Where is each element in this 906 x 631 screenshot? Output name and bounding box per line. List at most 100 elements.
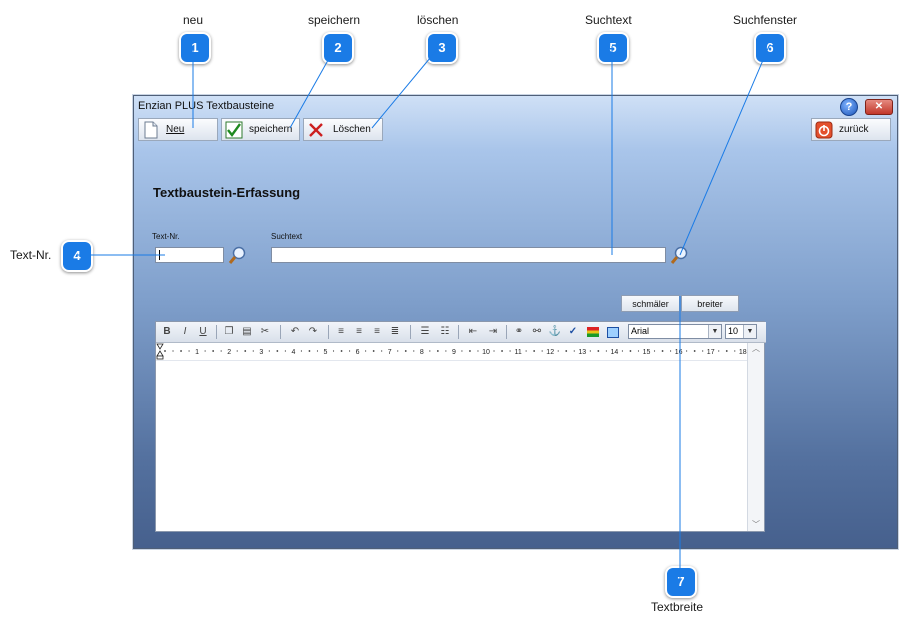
search-window-icon[interactable] (670, 245, 690, 265)
title-bar[interactable]: Enzian PLUS Textbausteine ? ✕ (134, 96, 897, 116)
ruler-tick (509, 350, 511, 352)
ruler-tick (725, 350, 728, 352)
callout-label-2: speichern (308, 13, 361, 27)
outdent-icon[interactable]: ⇤ (466, 325, 480, 339)
callout-badge-7: 7 (665, 566, 697, 598)
text-nr-input[interactable] (155, 247, 224, 263)
ruler-tick (493, 350, 495, 352)
bold-icon[interactable]: B (160, 325, 174, 339)
ruler-number: 17 (707, 349, 715, 356)
text-nr-search-icon[interactable] (228, 245, 248, 265)
ruler-number: 14 (611, 349, 619, 356)
text-cursor (159, 250, 160, 260)
cut-icon[interactable]: ✂ (258, 325, 272, 339)
ruler-tick (533, 350, 536, 352)
callout-label-5: Suchtext (585, 13, 632, 27)
back-button[interactable]: zurück (811, 118, 891, 141)
wider-button[interactable]: breiter (681, 295, 739, 312)
unlink-icon[interactable]: ⚯ (530, 325, 544, 339)
callout-badge-1: 1 (179, 32, 211, 64)
save-button[interactable]: speichern (221, 118, 300, 141)
callout-badge-2: 2 (322, 32, 354, 64)
ruler-number: 9 (452, 349, 456, 356)
scroll-up-icon[interactable]: ︿ (748, 343, 764, 355)
delete-button-label: Löschen (333, 124, 371, 135)
spellcheck-icon[interactable]: ✓ (566, 325, 580, 339)
page-title: Textbaustein-Erfassung (153, 185, 301, 200)
indent-icon[interactable]: ⇥ (486, 325, 500, 339)
window-title: Enzian PLUS Textbausteine (138, 100, 275, 112)
anchor-icon[interactable]: ⚓ (548, 325, 562, 339)
ruler-tick (525, 350, 527, 352)
callout-badge-4: 4 (61, 240, 93, 272)
indent-marker-bottom[interactable] (156, 350, 164, 357)
delete-x-icon (309, 123, 323, 137)
copy-icon[interactable]: ❐ (222, 325, 236, 339)
ruler-tick (381, 350, 383, 352)
app-window: Enzian PLUS Textbausteine ? ✕ Neu speich… (133, 95, 898, 549)
ruler-tick (172, 350, 174, 352)
help-button[interactable]: ? (840, 98, 858, 116)
chevron-down-icon[interactable]: ▼ (743, 325, 756, 338)
align-center-icon[interactable]: ≡ (352, 325, 366, 339)
ruler-tick (445, 350, 447, 352)
vertical-scrollbar[interactable]: ︿ ﹀ (747, 343, 764, 531)
undo-icon[interactable]: ↶ (288, 325, 302, 339)
align-right-icon[interactable]: ≡ (370, 325, 384, 339)
indent-marker-top[interactable] (156, 343, 164, 350)
toolbar-separator (328, 325, 329, 339)
ruler-number: 6 (356, 349, 360, 356)
background-color-icon[interactable] (606, 325, 620, 339)
justify-icon[interactable]: ≣ (388, 325, 402, 339)
ruler-tick (661, 350, 664, 352)
ruler-tick (669, 350, 672, 352)
paste-icon[interactable]: ▤ (240, 325, 254, 339)
align-left-icon[interactable]: ≡ (334, 325, 348, 339)
font-family-select[interactable]: Arial ▼ (628, 324, 722, 339)
delete-button[interactable]: Löschen (303, 118, 383, 141)
font-family-value: Arial (631, 326, 650, 336)
ruler-tick (220, 350, 222, 352)
italic-icon[interactable]: I (178, 325, 192, 339)
text-nr-label: Text-Nr. (152, 232, 180, 241)
callout-label-6: Suchfenster (733, 13, 798, 27)
suchtext-input[interactable] (271, 247, 666, 263)
toolbar-separator (458, 325, 459, 339)
editor-text-area[interactable] (156, 361, 747, 531)
toolbar-separator (410, 325, 411, 339)
scroll-down-icon[interactable]: ﹀ (748, 519, 764, 531)
indent-marker-box[interactable] (156, 355, 164, 360)
ruler-tick (164, 350, 166, 352)
ruler: 1 2 3 4 5 6 7 8 9 10 11 12 13 14 15 16 17 18 (156, 343, 747, 361)
new-document-icon (144, 121, 158, 139)
ruler-tick (348, 350, 351, 352)
ruler-number: 8 (420, 349, 424, 356)
bullet-list-icon[interactable]: ☰ (418, 325, 432, 339)
redo-icon[interactable]: ↷ (306, 325, 320, 339)
new-button[interactable]: Neu (138, 118, 218, 141)
callout-badge-3: 3 (426, 32, 458, 64)
narrower-button[interactable]: schmäler (621, 295, 680, 312)
ruler-tick (621, 350, 624, 352)
close-button[interactable]: ✕ (865, 99, 893, 115)
chevron-down-icon[interactable]: ▼ (708, 325, 721, 338)
ruler-tick (718, 350, 720, 352)
underline-icon[interactable]: U (196, 325, 210, 339)
ruler-tick (340, 350, 343, 352)
ruler-number: 18 (739, 349, 747, 356)
ruler-number: 7 (388, 349, 392, 356)
ruler-tick (734, 350, 736, 352)
ruler-tick (308, 350, 311, 352)
ruler-tick (268, 350, 270, 352)
ruler-tick (188, 350, 190, 352)
numbered-list-icon[interactable]: ☷ (438, 325, 452, 339)
font-size-select[interactable]: 10 ▼ (725, 324, 757, 339)
text-color-icon[interactable] (586, 325, 600, 339)
ruler-tick (372, 350, 375, 352)
ruler-tick (629, 350, 632, 352)
text-editor: B I U ❐ ▤ ✂ ↶ ↷ ≡ ≡ ≡ ≣ ☰ ☷ ⇤ ⇥ ⚭ ⚯ ⚓ ✓ (155, 321, 766, 532)
ruler-tick (397, 350, 399, 352)
ruler-tick (557, 350, 559, 352)
link-icon[interactable]: ⚭ (512, 325, 526, 339)
ruler-tick (236, 350, 238, 352)
